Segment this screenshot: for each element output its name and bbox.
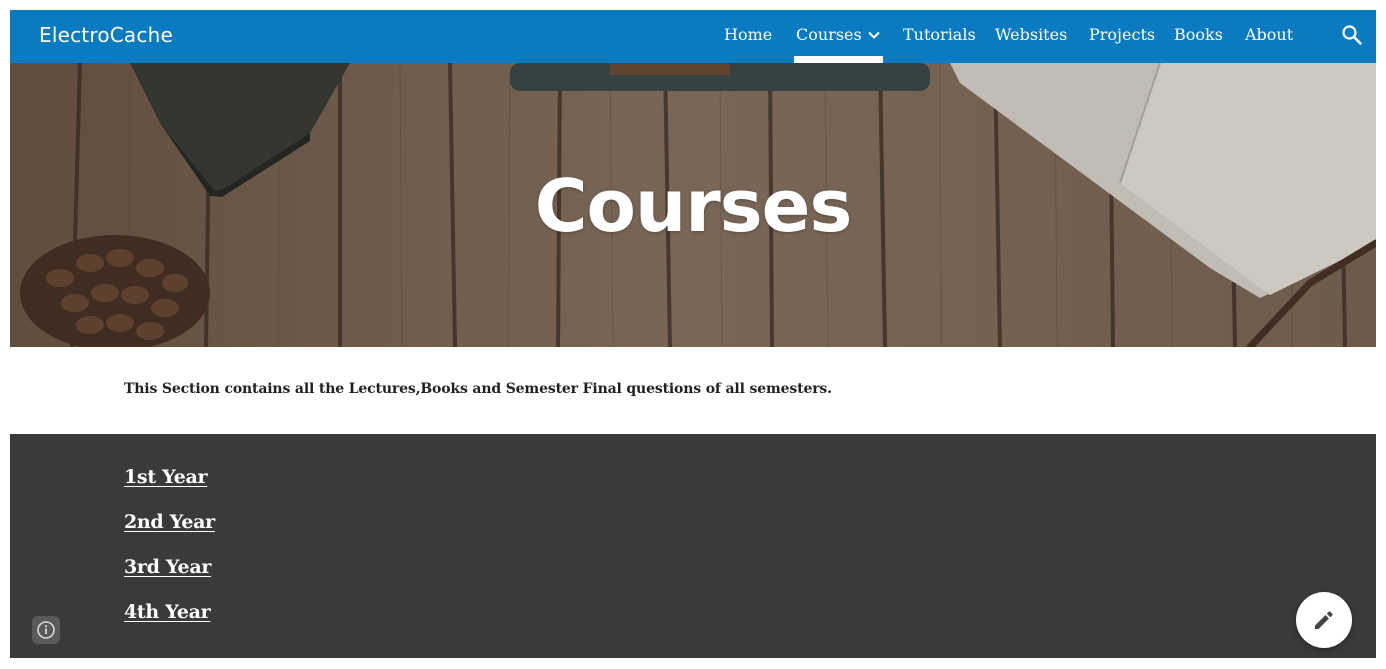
nav-label: Websites: [995, 25, 1068, 44]
nav-item-courses[interactable]: Courses: [794, 10, 883, 63]
nav-label: Books: [1174, 25, 1223, 44]
nav-label: Tutorials: [903, 25, 976, 44]
year-link-3rd[interactable]: 3rd Year: [124, 556, 211, 578]
nav-item-websites[interactable]: Websites: [995, 10, 1067, 63]
section-description: This Section contains all the Lectures,B…: [124, 381, 832, 397]
nav-label: Projects: [1089, 25, 1156, 44]
nav-label: Home: [724, 25, 773, 44]
pencil-icon: [1315, 611, 1333, 629]
nav-label: About: [1245, 25, 1294, 44]
year-link-1st[interactable]: 1st Year: [124, 466, 208, 488]
nav-item-home[interactable]: Home: [724, 10, 772, 63]
year-link-2nd[interactable]: 2nd Year: [124, 511, 215, 533]
hero-banner: Courses: [10, 63, 1376, 347]
top-navigation-bar: ElectroCache Home Courses Tutorials Webs…: [10, 10, 1376, 63]
page-title: Courses: [534, 164, 853, 248]
info-button[interactable]: [32, 616, 60, 644]
year-link-4th[interactable]: 4th Year: [124, 601, 211, 623]
years-section: [10, 434, 1376, 658]
nav-item-books[interactable]: Books: [1174, 10, 1223, 63]
page: ElectroCache Home Courses Tutorials Webs…: [10, 10, 1376, 658]
search-icon[interactable]: [1341, 24, 1363, 46]
nav-item-projects[interactable]: Projects: [1089, 10, 1155, 63]
nav-item-tutorials[interactable]: Tutorials: [903, 10, 976, 63]
info-icon: [37, 621, 55, 639]
chevron-down-icon[interactable]: [868, 10, 880, 58]
nav-item-about[interactable]: About: [1245, 10, 1293, 63]
nav-label: Courses: [796, 25, 862, 44]
edit-button[interactable]: [1296, 592, 1352, 648]
site-title[interactable]: ElectroCache: [39, 23, 173, 47]
